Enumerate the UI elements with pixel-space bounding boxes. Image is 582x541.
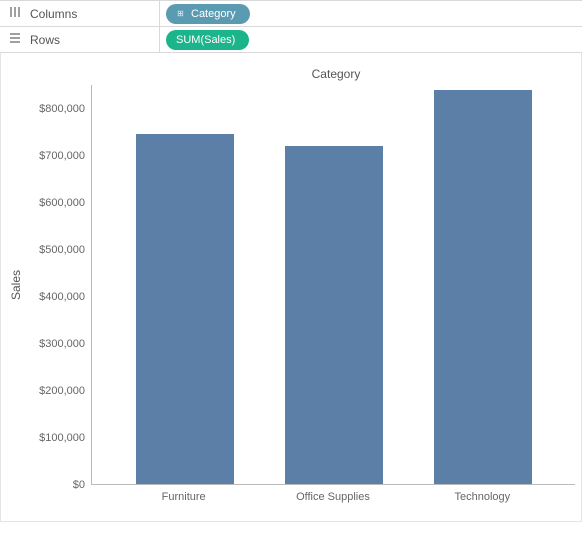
y-tick: $100,000 (39, 432, 85, 444)
x-tick: Office Supplies (284, 491, 382, 503)
columns-shelf-label: Columns (0, 1, 160, 26)
y-tick: $0 (73, 479, 85, 491)
x-tick: Technology (433, 491, 531, 503)
rows-shelf[interactable]: Rows SUM(Sales) (0, 26, 582, 52)
columns-icon (8, 6, 22, 21)
bar-office-supplies[interactable] (285, 146, 383, 484)
y-tick: $500,000 (39, 244, 85, 256)
y-tick: $600,000 (39, 197, 85, 209)
bars-container (92, 85, 575, 484)
y-axis: $0$100,000$200,000$300,000$400,000$500,0… (25, 85, 91, 485)
columns-label-text: Columns (30, 7, 77, 21)
chart-title: Category (97, 61, 575, 85)
y-tick: $400,000 (39, 291, 85, 303)
pill-sum-sales-label: SUM(Sales) (176, 34, 235, 46)
y-tick: $200,000 (39, 385, 85, 397)
y-tick: $300,000 (39, 338, 85, 350)
expand-icon: ⊞ (176, 9, 185, 18)
columns-shelf[interactable]: Columns ⊞ Category (0, 0, 582, 26)
pill-category-label: Category (191, 8, 236, 20)
y-axis-label-wrap: Sales (7, 85, 25, 485)
y-axis-label: Sales (9, 270, 23, 300)
rows-shelf-content[interactable]: SUM(Sales) (160, 27, 582, 52)
rows-icon (8, 32, 22, 47)
rows-shelf-label: Rows (0, 27, 160, 52)
chart-area: Category Sales $0 $100,000 $200,000 $300,00… (0, 53, 582, 522)
bar-furniture[interactable] (136, 134, 234, 484)
rows-label-text: Rows (30, 33, 60, 47)
y-tick: $800,000 (39, 103, 85, 115)
y-tick: $700,000 (39, 150, 85, 162)
x-tick: Furniture (135, 491, 233, 503)
pill-sum-sales[interactable]: SUM(Sales) (166, 30, 249, 50)
pill-category[interactable]: ⊞ Category (166, 4, 250, 24)
chart-body: Sales $0$100,000$200,000$300,000$400,000… (7, 85, 575, 485)
bar-technology[interactable] (434, 90, 532, 484)
shelves: Columns ⊞ Category Rows SUM(Sales) (0, 0, 582, 53)
plot-area[interactable] (91, 85, 575, 485)
columns-shelf-content[interactable]: ⊞ Category (160, 1, 582, 26)
x-axis: Furniture Office Supplies Technology (91, 485, 575, 515)
